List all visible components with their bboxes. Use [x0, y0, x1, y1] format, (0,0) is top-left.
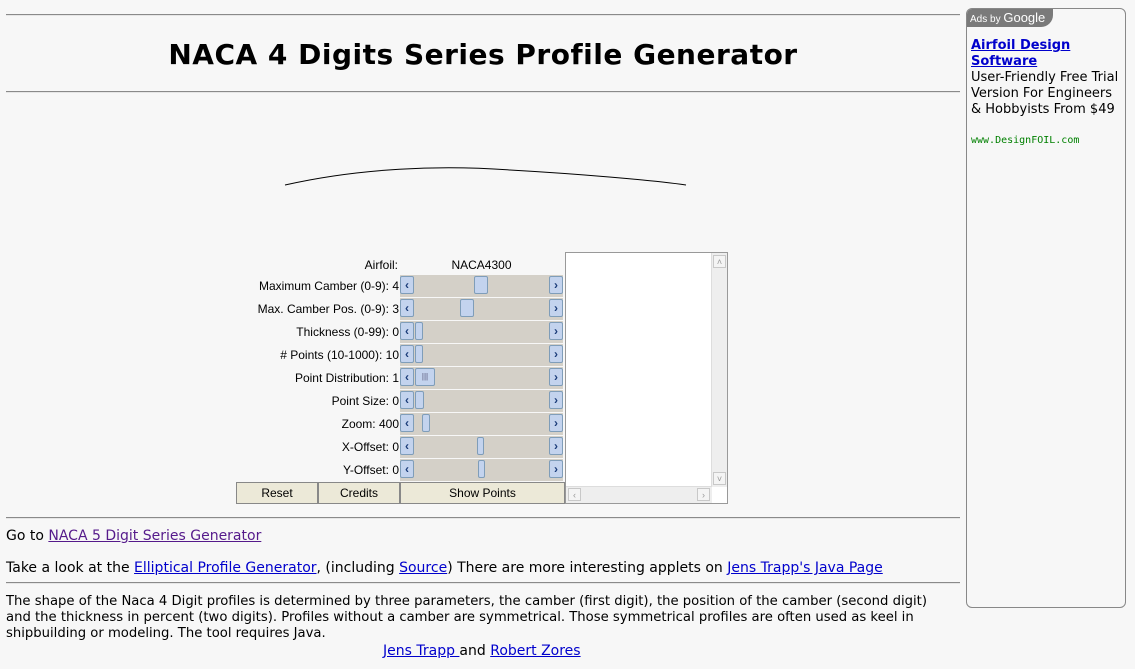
camber-pos-slider[interactable]: ‹ › — [400, 298, 563, 320]
param-label: X-Offset: 0 — [341, 440, 399, 454]
top-divider — [6, 14, 960, 16]
chevron-right-icon[interactable]: › — [549, 299, 563, 317]
ad-url[interactable]: www.DesignFOIL.com — [971, 135, 1079, 146]
chevron-right-icon[interactable]: › — [549, 437, 563, 455]
slider-thumb[interactable] — [415, 391, 424, 409]
max-camber-slider[interactable]: ‹ › — [400, 275, 563, 297]
airfoil-value: NACA4300 — [451, 258, 512, 272]
airfoil-label: Airfoil: — [364, 258, 398, 272]
ads-by-google-tag[interactable]: Ads by Google — [967, 9, 1054, 27]
chevron-right-icon[interactable]: › — [549, 460, 563, 478]
thickness-slider[interactable]: ‹ › — [400, 321, 563, 343]
chevron-left-icon[interactable]: ‹ — [400, 460, 414, 478]
description-text: The shape of the Naca 4 Digit profiles i… — [6, 594, 927, 641]
distribution-slider[interactable]: ‹ ||| › — [400, 367, 563, 389]
y-offset-slider[interactable]: ‹ › — [400, 459, 563, 481]
param-row-distribution: Point Distribution: 1 ‹ ||| › — [236, 367, 566, 389]
scroll-up-icon[interactable]: ˄ — [713, 255, 726, 268]
vertical-scrollbar[interactable]: ˄ ˅ — [711, 253, 727, 487]
description-divider — [6, 582, 960, 584]
reset-button[interactable]: Reset — [236, 482, 318, 504]
slider-thumb[interactable] — [460, 299, 474, 317]
slider-thumb[interactable] — [415, 322, 423, 340]
applet-divider — [6, 517, 960, 519]
google-ad-panel: Ads by Google Airfoil Design Software Us… — [966, 8, 1126, 608]
chevron-left-icon[interactable]: ‹ — [400, 437, 414, 455]
param-row-y-offset: Y-Offset: 0 ‹ › — [236, 459, 566, 481]
param-row-point-size: Point Size: 0 ‹ › — [236, 390, 566, 412]
param-label: # Points (10-1000): 10 — [280, 348, 399, 362]
slider-thumb[interactable] — [474, 276, 488, 294]
chevron-left-icon[interactable]: ‹ — [400, 414, 414, 432]
ad-body-text: User-Friendly Free Trial Version For Eng… — [971, 70, 1119, 117]
param-row-zoom: Zoom: 400 ‹ › — [236, 413, 566, 435]
author-jens-trapp-link[interactable]: Jens Trapp — [383, 643, 459, 659]
param-row-camber-pos: Max. Camber Pos. (0-9): 3 ‹ › — [236, 298, 566, 320]
go-to-text: Go to — [6, 528, 49, 544]
including-text: , (including — [316, 560, 400, 576]
show-points-button[interactable]: Show Points — [400, 482, 565, 504]
source-link[interactable]: Source — [399, 560, 447, 576]
slider-thumb[interactable] — [415, 345, 423, 363]
airfoil-camber-line — [284, 167, 687, 186]
related-links-line: Take a look at the Elliptical Profile Ge… — [6, 560, 883, 576]
param-label: Max. Camber Pos. (0-9): 3 — [257, 302, 399, 316]
chevron-right-icon[interactable]: › — [549, 368, 563, 386]
chevron-left-icon[interactable]: ‹ — [400, 391, 414, 409]
credits-button[interactable]: Credits — [318, 482, 400, 504]
chevron-right-icon[interactable]: › — [549, 414, 563, 432]
chevron-right-icon[interactable]: › — [549, 322, 563, 340]
points-slider[interactable]: ‹ › — [400, 344, 563, 366]
param-label: Point Size: 0 — [331, 394, 399, 408]
horizontal-scrollbar[interactable]: ‹ › — [566, 486, 712, 503]
chevron-left-icon[interactable]: ‹ — [400, 299, 414, 317]
param-label: Y-Offset: 0 — [342, 463, 399, 477]
chevron-left-icon[interactable]: ‹ — [400, 276, 414, 294]
param-label: Point Distribution: 1 — [294, 371, 399, 385]
chevron-right-icon[interactable]: › — [549, 391, 563, 409]
ads-by-text: Ads by — [970, 14, 1004, 25]
chevron-left-icon[interactable]: ‹ — [400, 345, 414, 363]
more-applets-text: ) There are more interesting applets on — [447, 560, 728, 576]
scroll-left-icon[interactable]: ‹ — [568, 488, 581, 501]
slider-thumb[interactable] — [422, 414, 430, 432]
page-title: NACA 4 Digits Series Profile Generator — [168, 38, 798, 71]
chevron-left-icon[interactable]: ‹ — [400, 368, 414, 386]
param-label: Zoom: 400 — [341, 417, 399, 431]
google-logo: Google — [1003, 10, 1046, 25]
param-row-thickness: Thickness (0-99): 0 ‹ › — [236, 321, 566, 343]
naca5-link-line: Go to NACA 5 Digit Series Generator — [6, 528, 261, 544]
x-offset-slider[interactable]: ‹ › — [400, 436, 563, 458]
param-row-x-offset: X-Offset: 0 ‹ › — [236, 436, 566, 458]
profile-generator-applet: Airfoil: NACA4300 Maximum Camber (0-9): … — [236, 252, 728, 504]
points-output-textarea[interactable]: ˄ ˅ ‹ › — [565, 252, 728, 504]
param-label: Maximum Camber (0-9): 4 — [258, 279, 399, 293]
slider-thumb[interactable] — [477, 437, 484, 455]
param-label: Thickness (0-99): 0 — [296, 325, 399, 339]
param-row-max-camber: Maximum Camber (0-9): 4 ‹ › — [236, 275, 566, 297]
title-divider — [6, 91, 960, 93]
chevron-right-icon[interactable]: › — [549, 345, 563, 363]
authors-line: Jens Trapp and Robert Zores — [383, 643, 581, 659]
airfoil-profile-plot — [284, 167, 687, 186]
point-size-slider[interactable]: ‹ › — [400, 390, 563, 412]
slider-thumb[interactable] — [478, 460, 485, 478]
slider-thumb[interactable]: ||| — [415, 368, 435, 386]
and-text: and — [459, 643, 491, 659]
chevron-left-icon[interactable]: ‹ — [400, 322, 414, 340]
take-a-look-text: Take a look at the — [6, 560, 135, 576]
zoom-slider[interactable]: ‹ › — [400, 413, 563, 435]
naca5-generator-link[interactable]: NACA 5 Digit Series Generator — [48, 528, 261, 544]
java-page-link[interactable]: Jens Trapp's Java Page — [727, 560, 882, 576]
param-row-points: # Points (10-1000): 10 ‹ › — [236, 344, 566, 366]
author-robert-zores-link[interactable]: Robert Zores — [490, 643, 580, 659]
ad-title-link[interactable]: Airfoil Design Software — [971, 38, 1121, 70]
elliptical-generator-link[interactable]: Elliptical Profile Generator — [134, 560, 316, 576]
scroll-right-icon[interactable]: › — [697, 488, 710, 501]
chevron-right-icon[interactable]: › — [549, 276, 563, 294]
scroll-down-icon[interactable]: ˅ — [713, 472, 726, 485]
